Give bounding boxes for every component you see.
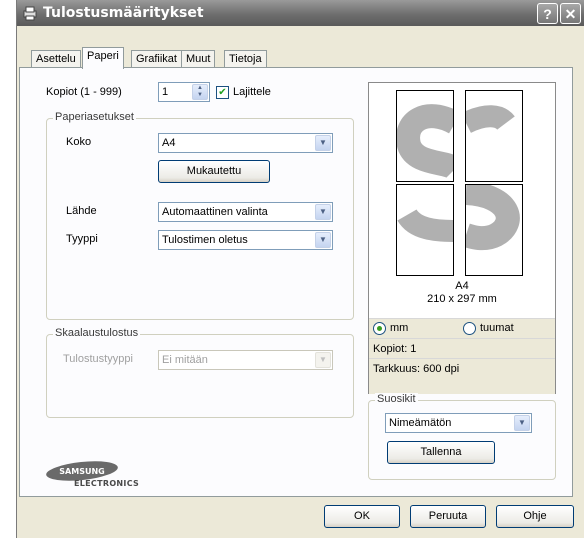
samsung-brand-icon: SAMSUNG (46, 461, 118, 481)
chevron-down-icon: ▼ (315, 352, 331, 368)
paper-settings-legend: Paperiasetukset (53, 111, 136, 123)
size-label: Koko (66, 136, 92, 148)
ok-button[interactable]: OK (324, 505, 400, 528)
resolution-info-row: Tarkkuus: 600 dpi (369, 358, 555, 394)
copies-spinner[interactable]: 1 ▲ ▼ (158, 82, 210, 102)
cancel-button[interactable]: Peruuta (410, 505, 486, 528)
tab-asettelu[interactable]: Asettelu (31, 50, 81, 67)
unit-inch-radio[interactable] (463, 322, 476, 335)
source-value: Automaattinen valinta (162, 206, 268, 218)
unit-mm-radio[interactable] (373, 322, 386, 335)
resolution-info: Tarkkuus: 600 dpi (373, 363, 460, 375)
source-select[interactable]: Automaattinen valinta ▼ (158, 202, 333, 222)
help-title-button[interactable]: ? (537, 3, 558, 24)
paper-name: A4 (455, 280, 469, 292)
favorites-select[interactable]: Nimeämätön ▼ (385, 413, 532, 433)
preview-glyph-icon (466, 105, 515, 134)
tab-tietoja[interactable]: Tietoja (224, 50, 267, 67)
preview-glyph-icon (397, 104, 453, 180)
chevron-down-icon: ▼ (315, 204, 331, 220)
copies-value: 1 (162, 86, 169, 98)
source-label: Lähde (66, 205, 97, 217)
copies-info: Kopiot: 1 (373, 343, 417, 355)
custom-size-button[interactable]: Mukautettu (158, 160, 270, 183)
preview-page-3 (396, 184, 454, 276)
chevron-down-icon: ▼ (315, 232, 331, 248)
copies-info-row: Kopiot: 1 (369, 338, 555, 359)
unit-inch-label: tuumat (480, 322, 514, 334)
chevron-down-icon: ▼ (514, 415, 530, 431)
close-button[interactable]: ✕ (560, 3, 581, 24)
collate-label: Lajittele (233, 86, 271, 98)
type-select[interactable]: Tulostimen oletus ▼ (158, 230, 333, 250)
favorites-legend: Suosikit (375, 393, 418, 405)
preview-glyph-icon (397, 208, 453, 242)
print-type-select: Ei mitään ▼ (158, 350, 333, 370)
collate-checkbox[interactable]: ✔ (216, 86, 229, 99)
size-select[interactable]: A4 ▼ (158, 133, 333, 153)
unit-row: mm tuumat (369, 318, 555, 339)
chevron-down-icon: ▼ (315, 135, 331, 151)
unit-mm-label: mm (390, 322, 409, 334)
save-favorite-button[interactable]: Tallenna (387, 441, 495, 464)
favorites-group: Suosikit (368, 393, 556, 480)
scaling-group: Skaalaustulostus (46, 327, 354, 418)
size-value: A4 (162, 137, 176, 149)
print-type-value: Ei mitään (162, 354, 208, 366)
tab-muut[interactable]: Muut (181, 50, 216, 67)
samsung-logo: SAMSUNG ELECTRONICS (42, 461, 139, 488)
preview-page-4 (465, 184, 523, 276)
printer-icon (23, 6, 37, 21)
page-preview: A4 210 x 297 mm mm tuumat Kopiot: 1 Tark… (368, 82, 556, 394)
brand-text: SAMSUNG (59, 467, 104, 476)
paper-dimensions: 210 x 297 mm (427, 293, 497, 305)
preview-page-2 (465, 90, 523, 182)
help-button[interactable]: Ohje (496, 505, 574, 528)
print-type-label: Tulostustyyppi (63, 353, 133, 365)
preview-glyph-icon (466, 185, 520, 251)
spinner-arrows-icon[interactable]: ▲ ▼ (192, 84, 208, 100)
copies-label: Kopiot (1 - 999) (46, 86, 122, 98)
brand-subtext: ELECTRONICS (74, 479, 140, 488)
scaling-legend: Skaalaustulostus (53, 327, 141, 339)
favorites-value: Nimeämätön (389, 417, 452, 429)
preview-page-1 (396, 90, 454, 182)
type-label: Tyyppi (66, 233, 98, 245)
tab-paperi[interactable]: Paperi (82, 47, 124, 69)
tab-grafiikat[interactable]: Grafiikat (131, 50, 182, 67)
title-bar[interactable]: Tulostusmääritykset ? ✕ (17, 0, 584, 26)
type-value: Tulostimen oletus (162, 234, 248, 246)
window-title: Tulostusmääritykset (43, 5, 204, 21)
